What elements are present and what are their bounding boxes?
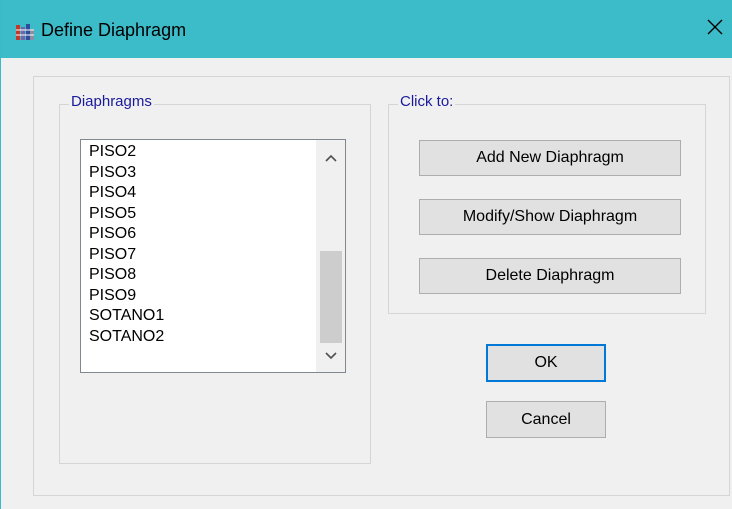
scroll-up-button[interactable]: [316, 148, 345, 168]
title-bar[interactable]: Define Diaphragm: [1, 0, 732, 58]
cancel-label: Cancel: [521, 410, 571, 428]
scroll-down-button[interactable]: [316, 346, 345, 366]
add-new-diaphragm-label: Add New Diaphragm: [476, 149, 624, 166]
list-item[interactable]: SOTANO1: [89, 306, 164, 325]
list-item[interactable]: PISO7: [89, 245, 136, 264]
list-item[interactable]: PISO9: [89, 286, 136, 305]
list-item[interactable]: PISO3: [89, 163, 136, 182]
list-item[interactable]: PISO2: [89, 142, 136, 161]
diaphragms-group-label: Diaphragms: [69, 93, 154, 110]
click-to-group-label: Click to:: [398, 93, 456, 110]
window-title: Define Diaphragm: [41, 20, 187, 40]
delete-diaphragm-button[interactable]: Delete Diaphragm: [419, 258, 681, 294]
diaphragms-listbox[interactable]: PISO2 PISO3 PISO4 PISO5 PISO6 PISO7 PISO8 PISO9…: [80, 139, 346, 373]
close-button[interactable]: [697, 12, 732, 46]
define-diaphragm-dialog: Define Diaphragm Diaphragms PISO2 PISO3 PI…: [0, 0, 732, 509]
ok-label: OK: [534, 354, 558, 371]
close-icon: [707, 19, 723, 40]
cancel-button[interactable]: Cancel: [486, 401, 606, 438]
list-item[interactable]: PISO5: [89, 204, 136, 223]
modify-show-diaphragm-label: Modify/Show Diaphragm: [462, 208, 638, 225]
list-item[interactable]: PISO6: [89, 224, 136, 243]
delete-diaphragm-label: Delete Diaphragm: [485, 267, 615, 284]
list-item[interactable]: PISO4: [89, 183, 136, 202]
chevron-down-icon: [324, 347, 337, 365]
listbox-scrollbar[interactable]: [316, 140, 345, 372]
add-new-diaphragm-button[interactable]: Add New Diaphragm: [419, 140, 681, 176]
ok-button[interactable]: OK: [486, 344, 606, 382]
scroll-thumb[interactable]: [320, 251, 342, 343]
etabs-app-icon: [15, 22, 35, 42]
chevron-up-icon: [324, 149, 337, 167]
list-item[interactable]: SOTANO2: [89, 327, 164, 346]
modify-show-diaphragm-button[interactable]: Modify/Show Diaphragm: [419, 199, 681, 235]
list-item[interactable]: PISO8: [89, 265, 136, 284]
